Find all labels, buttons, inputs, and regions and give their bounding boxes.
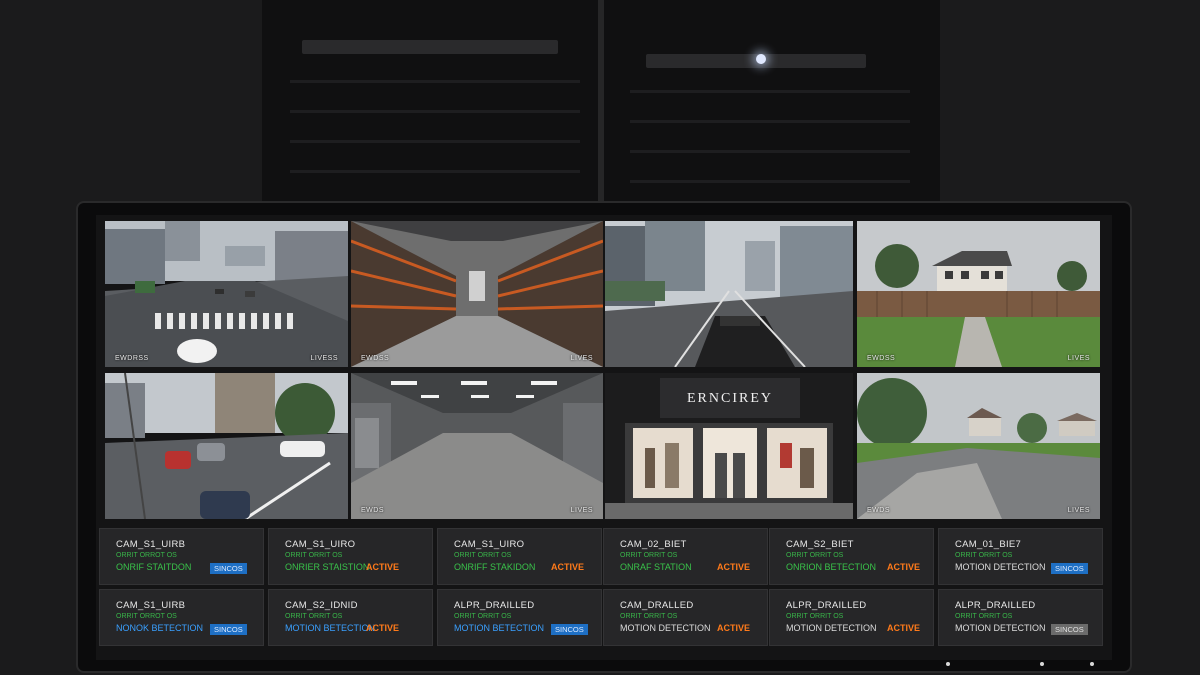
camera-label-right: LIVESS bbox=[310, 355, 338, 362]
camera-sub-status: ORRIT ORRIT OS bbox=[285, 552, 343, 559]
camera-mode: ONRIFF STAKIDON bbox=[454, 562, 536, 572]
rack-slot bbox=[630, 180, 910, 183]
camera-status-card[interactable]: ALPR_DRAILLED ORRIT ORRIT OS MOTION BETECT… bbox=[437, 589, 602, 646]
camera-mode: MOTION DETECTION bbox=[955, 562, 1046, 572]
camera-sub-status: ORRIT ORRIT OS bbox=[620, 613, 678, 620]
camera-sub-status: ORRIT ORRIT OS bbox=[285, 613, 343, 620]
rack-slot bbox=[630, 90, 910, 93]
camera-mode: MOTION BETECTION bbox=[285, 623, 375, 633]
camera-sub-status: ORRIT ORROT OS bbox=[116, 552, 177, 559]
camera-mode: NONOK BETECTION bbox=[116, 623, 204, 633]
camera-status-card[interactable]: CAM_S2_IDNID ORRIT ORRIT OS MOTION BETECTI… bbox=[268, 589, 433, 646]
status-badge: SINCOS bbox=[1051, 563, 1088, 574]
power-indicator-icon bbox=[1040, 662, 1044, 666]
camera-id: CAM_S2_BIET bbox=[786, 539, 854, 550]
camera-status-card[interactable]: ALPR_DRAILLED ORRIT ORRIT OS MOTION DETECT… bbox=[769, 589, 934, 646]
camera-status-card[interactable]: CAM_S1_UIRO ORRIT ORRIT OS ONRIER STAISTIO… bbox=[268, 528, 433, 585]
camera-sub-status: ORRIT ORRIT OS bbox=[955, 552, 1013, 559]
rack-slot bbox=[630, 150, 910, 153]
camera-label-left: EWDS bbox=[361, 507, 384, 514]
status-badge: ACTIVE bbox=[717, 562, 751, 572]
camera-feed-street-crosswalk[interactable]: EWDRSS LIVESS bbox=[105, 221, 348, 367]
camera-id: CAM_S1_UIRO bbox=[454, 539, 525, 550]
status-badge: SINCOS bbox=[1051, 624, 1088, 635]
power-indicator-icon bbox=[1090, 662, 1094, 666]
rack-divider bbox=[598, 0, 604, 215]
camera-id: CAM_01_BIE7 bbox=[955, 539, 1022, 550]
camera-mode: ONRION BETECTION bbox=[786, 562, 877, 572]
camera-feed-storefront[interactable]: ERNCIREY bbox=[605, 373, 853, 519]
camera-id: ALPR_DRAILLED bbox=[955, 600, 1036, 611]
camera-label-left: EWDSS bbox=[867, 355, 896, 362]
camera-status-card[interactable]: ALPR_DRAILLED ORRIT ORRIT OS MOTION DETECT… bbox=[938, 589, 1103, 646]
camera-status-card[interactable]: CAM_S2_BIET ORRIT ORRIT OS ONRION BETECTIO… bbox=[769, 528, 934, 585]
camera-id: CAM_S2_IDNID bbox=[285, 600, 358, 611]
camera-label-left: EWDSS bbox=[361, 355, 390, 362]
camera-sub-status: ORRIT ORRIT OS bbox=[786, 552, 844, 559]
camera-sub-status: ORRIT ORRIT OS bbox=[454, 552, 512, 559]
camera-mode: MOTION BETECTION bbox=[454, 623, 544, 633]
camera-label-right: LIVES bbox=[1067, 355, 1090, 362]
camera-id: ALPR_DRAILLED bbox=[786, 600, 867, 611]
rack-slot bbox=[290, 140, 580, 143]
camera-feed-dashcam-city[interactable] bbox=[605, 221, 853, 367]
camera-label-left: EWDS bbox=[867, 507, 890, 514]
status-badge: ACTIVE bbox=[717, 623, 751, 633]
camera-label-right: LIVES bbox=[1067, 507, 1090, 514]
camera-status-card[interactable]: CAM_DRALLED ORRIT ORRIT OS MOTION DETECTIO… bbox=[603, 589, 768, 646]
camera-feed-parking-garage[interactable]: EWDS LIVES bbox=[351, 373, 603, 519]
camera-id: CAM_S1_UIRB bbox=[116, 539, 186, 550]
camera-feed-suburban-road[interactable]: EWDS LIVES bbox=[857, 373, 1100, 519]
status-badge: ACTIVE bbox=[551, 562, 585, 572]
camera-status-card[interactable]: CAM_01_BIE7 ORRIT ORRIT OS MOTION DETECTIO… bbox=[938, 528, 1103, 585]
camera-sub-status: ORRIT ORRIT OS bbox=[955, 613, 1013, 620]
status-badge: ACTIVE bbox=[366, 562, 400, 572]
status-badge: ACTIVE bbox=[366, 623, 400, 633]
camera-label-left: EWDRSS bbox=[115, 355, 149, 362]
camera-mode: MOTION DETECTION bbox=[786, 623, 877, 633]
status-badge: SINCOS bbox=[210, 563, 247, 574]
camera-mode: MOTION DETECTION bbox=[955, 623, 1046, 633]
power-indicator-icon bbox=[946, 662, 950, 666]
status-badge: SINCOS bbox=[210, 624, 247, 635]
status-badge: ACTIVE bbox=[887, 562, 921, 572]
status-badge: ACTIVE bbox=[887, 623, 921, 633]
status-badge: SINCOS bbox=[551, 624, 588, 635]
rack-slot bbox=[290, 80, 580, 83]
camera-sub-status: ORRIT ORRIT OS bbox=[620, 552, 678, 559]
status-led-icon bbox=[756, 54, 766, 64]
camera-status-card[interactable]: CAM_S1_UIRB ORRIT ORROT OS NONOK BETECTION… bbox=[99, 589, 264, 646]
camera-feed-warehouse[interactable]: EWDSS LIVES bbox=[351, 221, 603, 367]
camera-mode: ONRAF STATION bbox=[620, 562, 692, 572]
camera-sub-status: ORRIT ORROT OS bbox=[116, 613, 177, 620]
camera-id: CAM_DRALLED bbox=[620, 600, 694, 611]
camera-mode: ONRIF STAITDON bbox=[116, 562, 192, 572]
camera-mode: ONRIER STAISTION bbox=[285, 562, 370, 572]
camera-status-card[interactable]: CAM_S1_UIRB ORRIT ORROT OS ONRIF STAITDON S… bbox=[99, 528, 264, 585]
camera-status-card[interactable]: CAM_S1_UIRO ORRIT ORRIT OS ONRIFF STAKIDON… bbox=[437, 528, 602, 585]
camera-label-right: LIVES bbox=[570, 355, 593, 362]
camera-feed-residential-house[interactable]: EWDSS LIVES bbox=[857, 221, 1100, 367]
camera-feed-street-traffic[interactable] bbox=[105, 373, 348, 519]
camera-id: CAM_02_BIET bbox=[620, 539, 687, 550]
rack-slot bbox=[630, 120, 910, 123]
rack-slot bbox=[290, 110, 580, 113]
camera-mode: MOTION DETECTION bbox=[620, 623, 711, 633]
rack-panel bbox=[302, 40, 558, 54]
camera-sub-status: ORRIT ORRIT OS bbox=[454, 613, 512, 620]
camera-label-right: LIVES bbox=[570, 507, 593, 514]
camera-id: CAM_S1_UIRO bbox=[285, 539, 356, 550]
storefront-sign: ERNCIREY bbox=[687, 391, 773, 406]
camera-status-card[interactable]: CAM_02_BIET ORRIT ORRIT OS ONRAF STATION AC… bbox=[603, 528, 768, 585]
rack-slot bbox=[290, 170, 580, 173]
camera-sub-status: ORRIT ORRIT OS bbox=[786, 613, 844, 620]
camera-id: ALPR_DRAILLED bbox=[454, 600, 535, 611]
camera-id: CAM_S1_UIRB bbox=[116, 600, 186, 611]
server-rack-left bbox=[262, 0, 598, 215]
